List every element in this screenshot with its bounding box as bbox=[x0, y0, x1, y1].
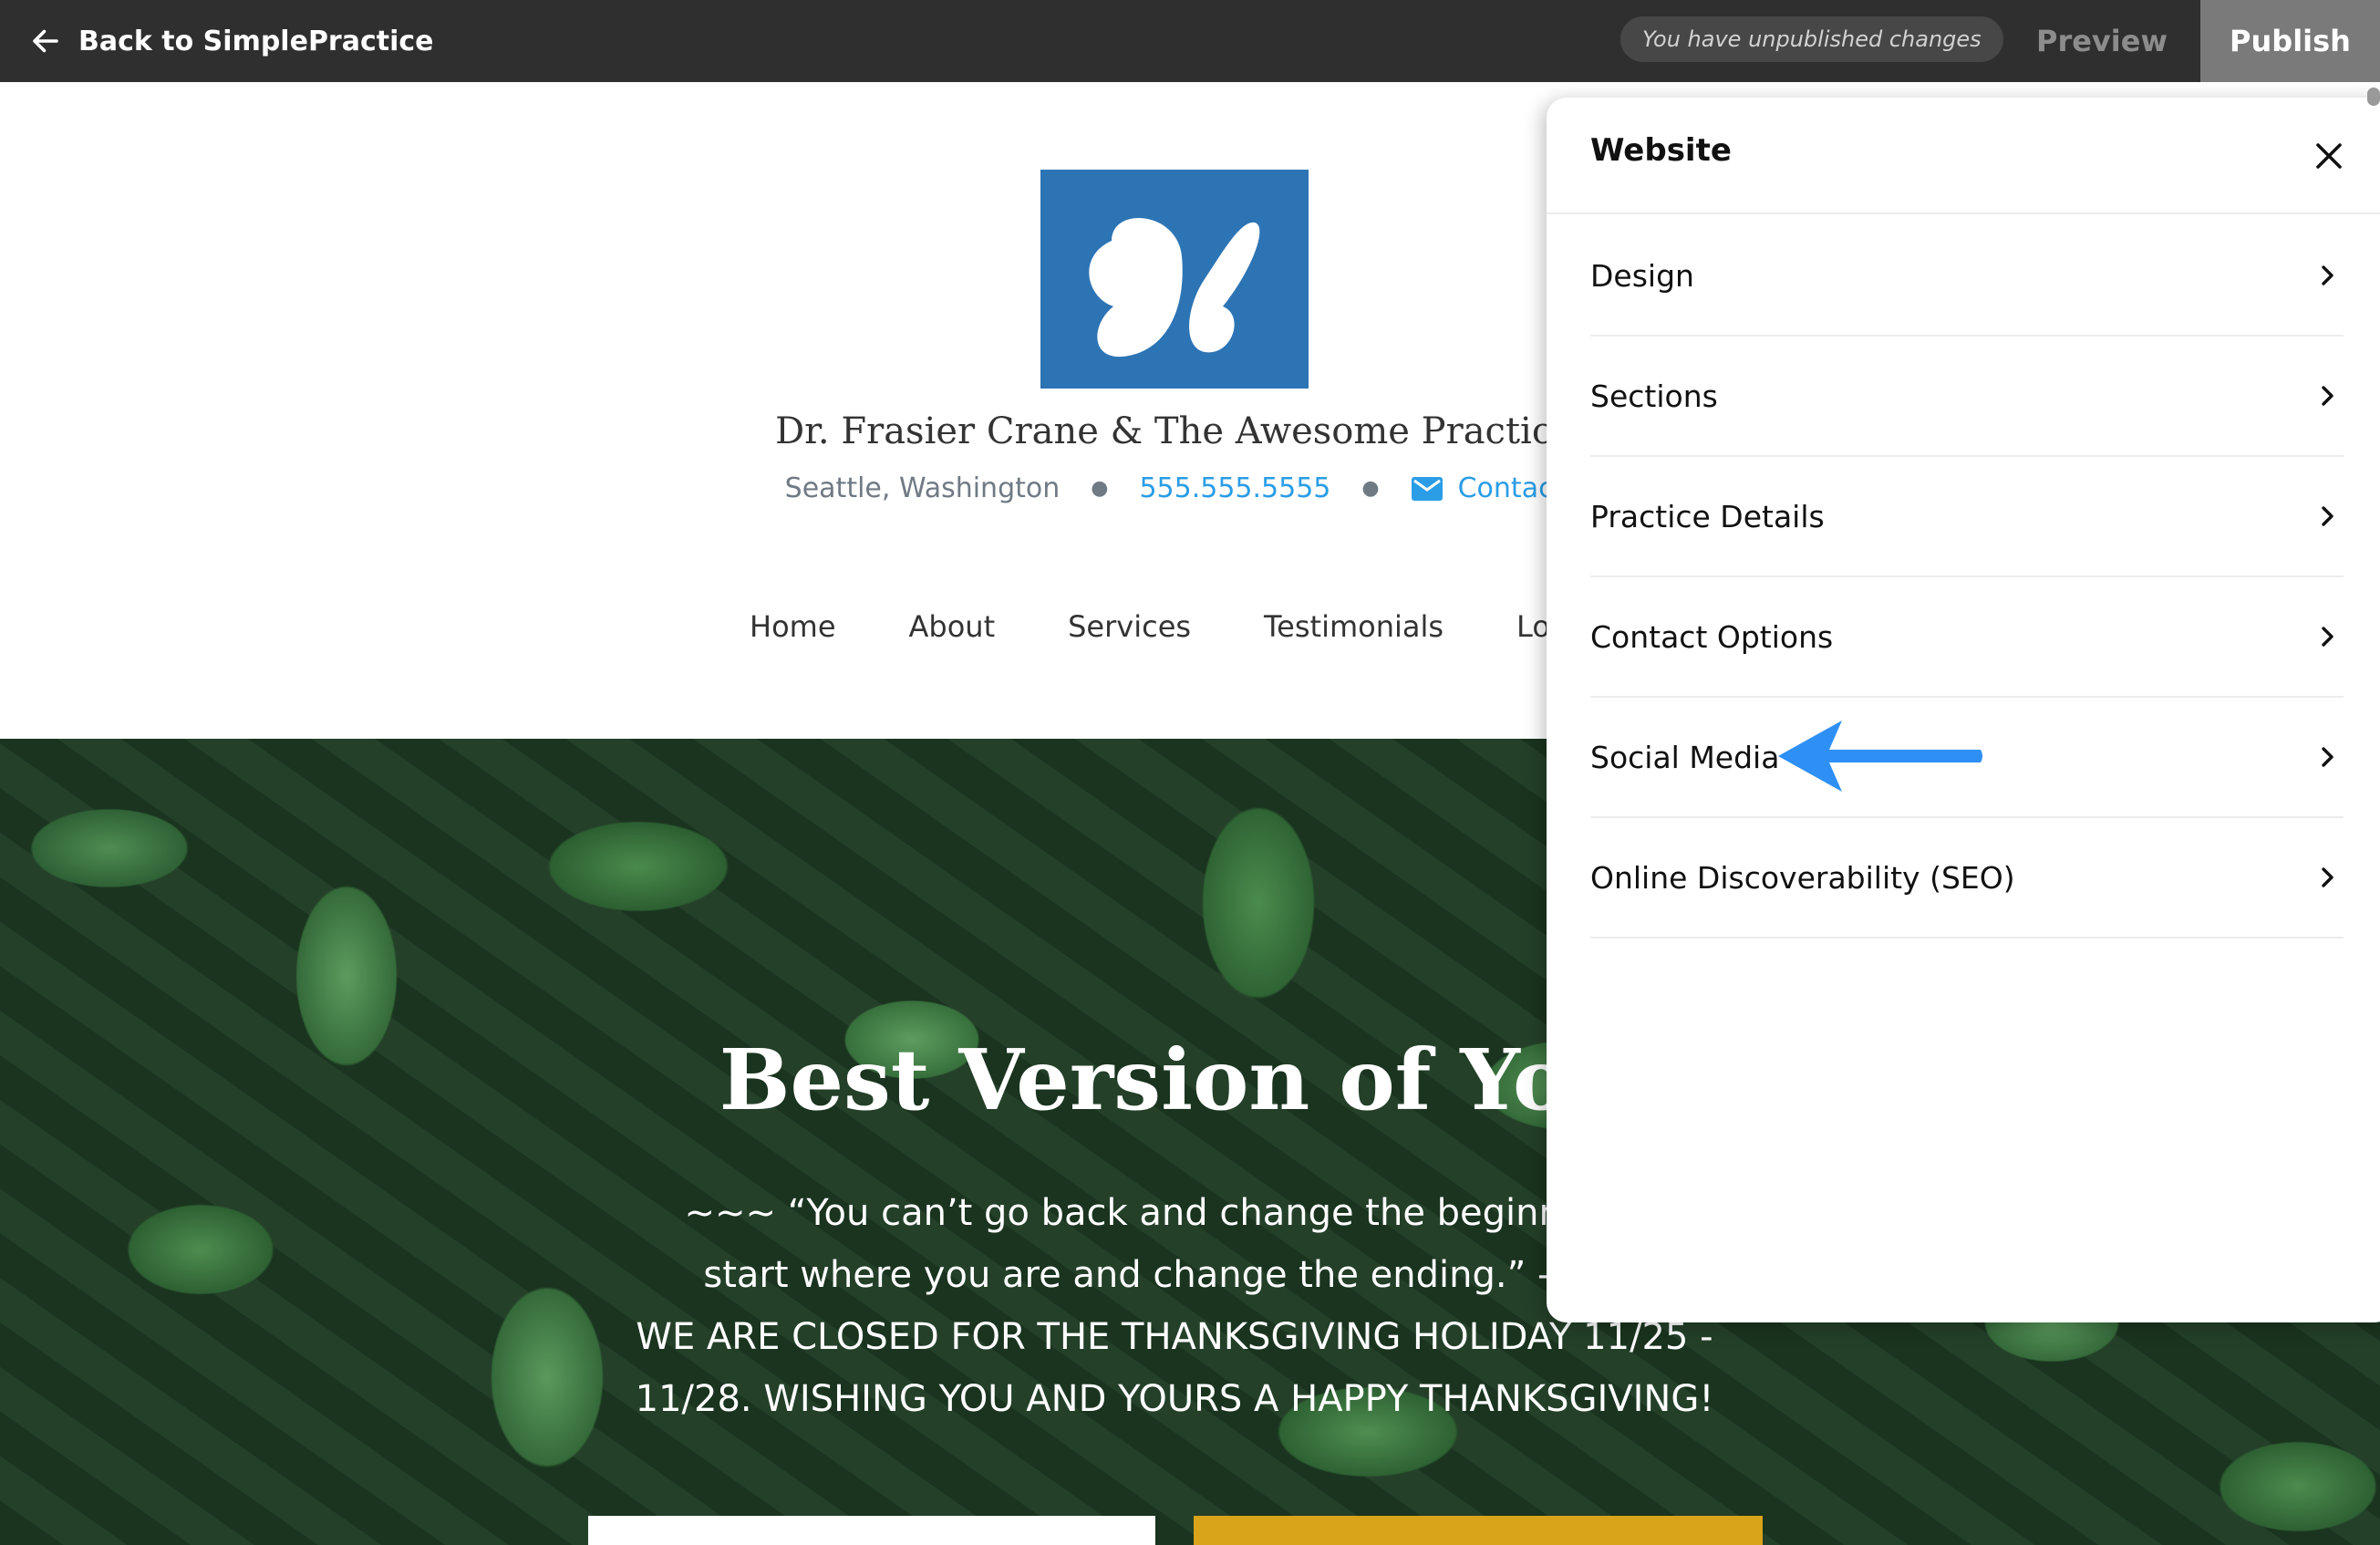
back-label: Back to SimplePractice bbox=[78, 25, 434, 57]
chevron-right-icon bbox=[2322, 386, 2333, 406]
practice-logo bbox=[1040, 170, 1309, 389]
separator-dot: ● bbox=[1361, 477, 1380, 500]
hero-line: 11/28. WISHING YOU AND YOURS A HAPPY THA… bbox=[635, 1378, 1714, 1420]
close-icon[interactable] bbox=[2311, 138, 2347, 174]
menu-item-label: Sections bbox=[1590, 378, 1718, 414]
preview-button[interactable]: Preview bbox=[2006, 0, 2198, 82]
menu-item-label: Design bbox=[1590, 257, 1694, 294]
chevron-right-icon bbox=[2322, 747, 2333, 767]
top-bar: Back to SimplePractice You have unpublis… bbox=[0, 0, 2380, 82]
panel-title: Website bbox=[1590, 132, 1732, 169]
chevron-right-icon bbox=[2322, 627, 2333, 647]
scrollbar-thumb[interactable] bbox=[2367, 88, 2380, 106]
hero-primary-button[interactable] bbox=[588, 1516, 1155, 1545]
menu-item-sections[interactable]: Sections bbox=[1590, 337, 2344, 457]
chevron-right-icon bbox=[2322, 506, 2333, 526]
nav-services[interactable]: Services bbox=[1068, 609, 1191, 644]
menu-item-label: Social Media bbox=[1590, 739, 1780, 775]
menu-item-contact-options[interactable]: Contact Options bbox=[1590, 577, 2344, 698]
separator-dot: ● bbox=[1091, 477, 1109, 500]
website-settings-panel: Website Design Sections Practice Details… bbox=[1547, 98, 2380, 1322]
menu-item-design[interactable]: Design bbox=[1590, 216, 2344, 337]
menu-item-label: Contact Options bbox=[1590, 618, 1834, 655]
chevron-right-icon bbox=[2322, 867, 2333, 887]
arrow-left-icon bbox=[33, 29, 58, 53]
annotation-arrow-icon bbox=[1778, 721, 1982, 792]
site-nav: Home About Services Testimonials Locat bbox=[750, 609, 1596, 644]
panel-header: Website bbox=[1547, 98, 2380, 214]
back-to-simplepractice-link[interactable]: Back to SimplePractice bbox=[29, 0, 434, 82]
unpublished-changes-badge: You have unpublished changes bbox=[1620, 16, 2003, 62]
menu-item-practice-details[interactable]: Practice Details bbox=[1590, 457, 2344, 577]
hero-secondary-button[interactable] bbox=[1194, 1516, 1763, 1545]
nav-home[interactable]: Home bbox=[750, 609, 836, 644]
practice-location: Seattle, Washington bbox=[784, 472, 1061, 504]
nav-about[interactable]: About bbox=[909, 609, 996, 644]
envelope-icon bbox=[1411, 476, 1443, 501]
menu-item-seo[interactable]: Online Discoverability (SEO) bbox=[1590, 818, 2344, 938]
contact-link[interactable]: Contact bbox=[1411, 472, 1564, 504]
nav-testimonials[interactable]: Testimonials bbox=[1264, 609, 1444, 644]
panel-menu: Design Sections Practice Details Contact… bbox=[1590, 216, 2344, 938]
menu-item-label: Practice Details bbox=[1590, 498, 1825, 534]
publish-button[interactable]: Publish bbox=[2200, 0, 2380, 82]
chevron-right-icon bbox=[2322, 265, 2333, 285]
butterfly-icon bbox=[1089, 217, 1260, 358]
phone-link[interactable]: 555.555.5555 bbox=[1139, 472, 1330, 504]
menu-item-label: Online Discoverability (SEO) bbox=[1590, 859, 2015, 896]
